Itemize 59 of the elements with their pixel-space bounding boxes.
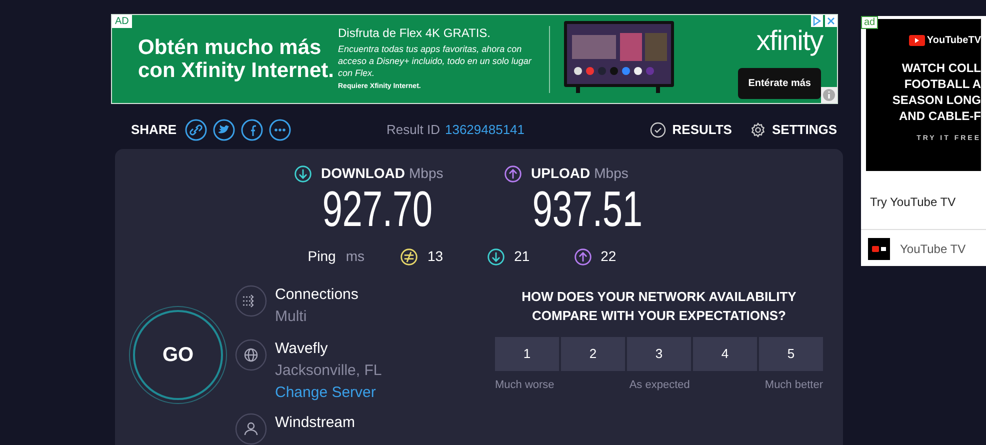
- ad-headline-line: AND CABLE-F: [899, 108, 981, 124]
- ad-headline: Obtén mucho más con Xfinity Internet.: [138, 36, 336, 82]
- rating-option[interactable]: 5: [759, 337, 823, 371]
- unit-label: Mbps: [409, 164, 444, 183]
- rating-option[interactable]: 1: [495, 337, 559, 371]
- check-circle-icon: [650, 122, 666, 138]
- ad-headline-line: SEASON LONG: [892, 92, 981, 108]
- person-icon: [235, 413, 267, 445]
- arrows-icon: [235, 285, 267, 317]
- ad-body: Encuentra todas tus apps favoritas, ahora con acceso a Disney+ incluido, todo en un solo lugar con Flex.: [338, 42, 533, 78]
- upload-ping-value: 22: [600, 247, 616, 266]
- more-share-button[interactable]: [268, 119, 291, 141]
- ad-badge: AD: [112, 15, 132, 28]
- result-id-link[interactable]: 13629485141: [444, 120, 525, 140]
- ad-title: Disfruta de Flex 4K GRATIS.: [338, 26, 492, 40]
- survey-question: HOW DOES YOUR NETWORK AVAILABILITY COMPARE WITH YOUR EXPECTATIONS?: [520, 288, 798, 325]
- jitter-icon: [400, 248, 418, 266]
- rating-option[interactable]: 3: [627, 337, 691, 371]
- brand-logo-icon: [868, 238, 890, 260]
- ad-banner[interactable]: [111, 14, 838, 104]
- rating-option[interactable]: 4: [693, 337, 757, 371]
- server-title: Connections: [275, 285, 358, 305]
- result-id-label: Result ID: [386, 121, 440, 140]
- facebook-share-button[interactable]: [240, 119, 263, 141]
- twitter-share-button[interactable]: [212, 119, 235, 141]
- ad-headline-line: WATCH COLL: [902, 60, 981, 76]
- server-subtitle: Multi: [275, 307, 308, 327]
- learn-more-button[interactable]: Entérate más: [738, 68, 821, 98]
- change-server-link[interactable]: Change Server: [275, 383, 382, 403]
- upload-speed-value: 937.51: [532, 182, 642, 236]
- rating-option[interactable]: 2: [561, 337, 625, 371]
- ping-label: Ping: [308, 247, 336, 266]
- ad-headline-line: FOOTBALL A: [904, 76, 981, 92]
- download-speed-value: 927.70: [322, 182, 432, 236]
- scale-label: Much worse: [495, 378, 554, 393]
- close-icon[interactable]: [825, 15, 837, 27]
- server-title: Wavefly: [275, 339, 329, 359]
- unit-label: Mbps: [594, 164, 628, 183]
- share-label: SHARE: [131, 121, 177, 140]
- scale-label: As expected: [629, 378, 690, 393]
- upload-label: UPLOAD: [531, 164, 590, 183]
- download-label: DOWNLOAD: [321, 164, 405, 183]
- link-share-button[interactable]: [184, 119, 207, 141]
- ad-badge: ad: [861, 16, 878, 29]
- download-ping-value: 21: [514, 247, 530, 266]
- brand-logo: xfinity: [756, 26, 823, 56]
- play-logo-icon: [908, 35, 925, 46]
- brand-logo: YouTubeTV: [926, 34, 981, 48]
- ad-title: Try YouTube TV: [869, 194, 957, 211]
- globe-icon: [235, 339, 267, 371]
- settings-button[interactable]: SETTINGS: [750, 120, 837, 140]
- ping-unit: ms: [346, 247, 364, 266]
- scale-label: Much better: [764, 378, 823, 393]
- settings-icon: [750, 122, 766, 138]
- server-title: Windstream: [275, 413, 356, 433]
- server-subtitle: Jacksonville, FL: [275, 361, 382, 381]
- advertiser-name: YouTube TV: [900, 241, 966, 258]
- results-button[interactable]: RESULTS: [650, 120, 732, 140]
- jitter-ping-value: 13: [427, 247, 444, 266]
